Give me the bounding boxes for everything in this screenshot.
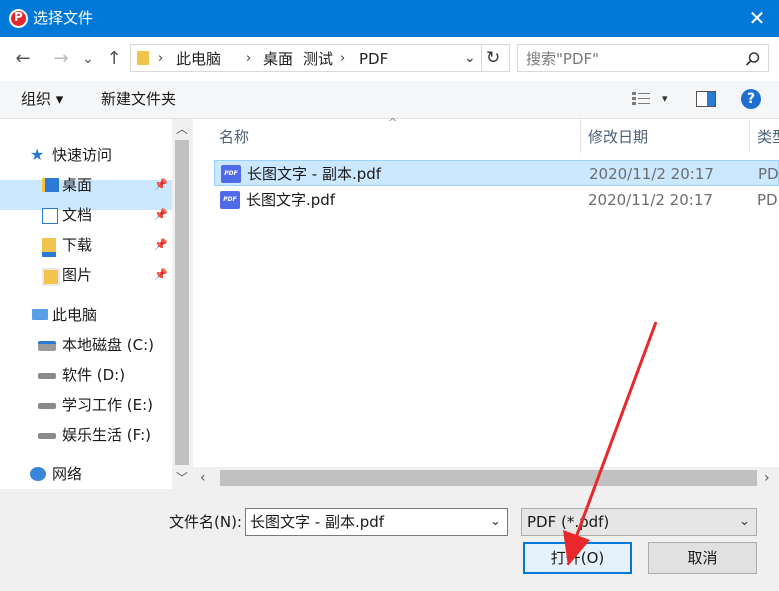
desktop-folder-icon xyxy=(42,178,59,192)
column-divider[interactable] xyxy=(580,119,581,153)
sidebar-item-label: 桌面 xyxy=(62,176,93,194)
divider xyxy=(481,45,482,71)
search-box[interactable]: 搜索"PDF" xyxy=(517,44,769,72)
help-icon[interactable]: ? xyxy=(741,89,761,109)
address-dropdown-chevron-icon[interactable]: ⌄ xyxy=(464,48,476,68)
file-row[interactable]: PDF 长图文字.pdf 2020/11/2 20:17 PDF xyxy=(214,187,779,213)
pdf-file-icon: PDF xyxy=(221,165,241,183)
sidebar-item-label: 网络 xyxy=(52,465,83,483)
recent-locations-chevron-icon[interactable]: ⌄ xyxy=(80,37,96,81)
sidebar-item-downloads[interactable]: 下载 📌 xyxy=(40,230,170,260)
pin-icon[interactable]: 📌 xyxy=(154,230,168,260)
star-icon: ★ xyxy=(30,145,45,164)
preview-pane-icon[interactable] xyxy=(696,91,716,107)
breadcrumb-separator-icon: › xyxy=(287,51,293,66)
breadcrumb-test[interactable]: 测试 xyxy=(303,49,333,69)
sidebar-item-label: 快速访问 xyxy=(52,146,113,164)
sidebar-item-pictures[interactable]: 图片 📌 xyxy=(40,260,170,290)
network-icon xyxy=(30,467,46,481)
sidebar-item-drive-d[interactable]: 软件 (D:) xyxy=(38,360,170,390)
window-title: 选择文件 xyxy=(33,9,94,27)
drive-icon xyxy=(38,403,56,409)
drive-icon xyxy=(38,373,56,379)
file-type: PDF xyxy=(758,165,779,183)
scroll-left-chevron-icon[interactable]: ‹ xyxy=(200,469,206,487)
new-folder-button[interactable]: 新建文件夹 xyxy=(101,89,176,109)
filetype-value: PDF (*.pdf) xyxy=(527,513,610,531)
drive-icon xyxy=(38,433,56,439)
view-options-dropdown-icon[interactable]: ▾ xyxy=(662,91,668,107)
sidebar-item-this-pc[interactable]: 此电脑 xyxy=(30,300,170,330)
file-name: 长图文字.pdf xyxy=(246,191,336,209)
filetype-select[interactable]: PDF (*.pdf) ⌄ xyxy=(521,508,757,536)
column-header-type[interactable]: 类型 xyxy=(757,127,779,147)
sidebar-item-drive-c[interactable]: 本地磁盘 (C:) xyxy=(38,330,170,360)
file-date: 2020/11/2 20:17 xyxy=(588,191,713,209)
app-logo-icon: P xyxy=(9,9,28,28)
sidebar-item-label: 软件 (D:) xyxy=(62,366,126,384)
filename-dropdown-chevron-icon[interactable]: ⌄ xyxy=(490,512,501,532)
address-bar[interactable]: › 此电脑 › 桌面 › 测试 › PDF ⌄ ↻ xyxy=(130,44,510,72)
scrollbar-thumb[interactable] xyxy=(175,140,189,465)
pictures-folder-icon xyxy=(42,268,60,286)
forward-arrow-icon[interactable]: → xyxy=(46,37,76,81)
breadcrumb-separator-icon: › xyxy=(158,51,164,66)
pin-icon[interactable]: 📌 xyxy=(154,170,168,200)
scroll-up-chevron-icon[interactable]: ︿ xyxy=(175,121,189,137)
breadcrumb-pdf[interactable]: PDF xyxy=(359,49,388,69)
close-button[interactable]: ✕ xyxy=(735,0,779,37)
sidebar-item-desktop[interactable]: 桌面 📌 xyxy=(40,170,170,200)
pin-icon[interactable]: 📌 xyxy=(154,260,168,290)
scroll-right-chevron-icon[interactable]: › xyxy=(764,469,770,487)
sort-ascending-icon: ^ xyxy=(388,116,398,129)
sidebar-item-label: 本地磁盘 (C:) xyxy=(62,336,154,354)
sidebar-item-label: 图片 xyxy=(62,266,93,284)
sidebar-item-drive-f[interactable]: 娱乐生活 (F:) xyxy=(38,420,170,450)
view-options-icon[interactable] xyxy=(632,91,650,107)
pin-icon[interactable]: 📌 xyxy=(154,200,168,230)
sidebar-item-network[interactable]: 网络 xyxy=(30,459,170,489)
organize-menu-button[interactable]: 组织 ▾ xyxy=(21,89,63,109)
refresh-icon[interactable]: ↻ xyxy=(486,48,500,68)
column-header-date-modified[interactable]: 修改日期 xyxy=(588,127,648,147)
computer-icon xyxy=(32,309,48,320)
sidebar-item-label: 学习工作 (E:) xyxy=(62,396,154,414)
documents-folder-icon xyxy=(42,208,58,224)
open-button[interactable]: 打开(O) xyxy=(523,542,632,574)
sidebar-item-label: 下载 xyxy=(62,236,93,254)
filename-input[interactable]: 长图文字 - 副本.pdf ⌄ xyxy=(245,508,508,536)
file-date: 2020/11/2 20:17 xyxy=(589,165,714,183)
scroll-down-chevron-icon[interactable]: ﹀ xyxy=(175,470,189,486)
folder-icon xyxy=(137,51,149,65)
sidebar-item-documents[interactable]: 文档 📌 xyxy=(40,200,170,230)
scrollbar-thumb[interactable] xyxy=(220,470,757,486)
breadcrumb-separator-icon: › xyxy=(246,51,252,66)
up-arrow-icon[interactable]: ↑ xyxy=(100,37,128,81)
breadcrumb-separator-icon: › xyxy=(340,51,346,66)
filename-label: 文件名(N): xyxy=(169,513,242,531)
column-divider[interactable] xyxy=(749,119,750,153)
system-drive-icon xyxy=(38,341,56,351)
file-name: 长图文字 - 副本.pdf xyxy=(247,165,382,183)
sidebar-item-drive-e[interactable]: 学习工作 (E:) xyxy=(38,390,170,420)
file-row[interactable]: PDF 长图文字 - 副本.pdf 2020/11/2 20:17 PDF xyxy=(214,160,779,186)
pdf-file-icon: PDF xyxy=(220,191,240,209)
title-bar xyxy=(0,0,779,37)
search-placeholder: 搜索"PDF" xyxy=(526,50,600,68)
back-arrow-icon[interactable]: ← xyxy=(8,37,38,81)
cancel-button[interactable]: 取消 xyxy=(648,542,757,574)
sidebar-item-label: 此电脑 xyxy=(52,306,98,324)
sidebar-item-quick-access[interactable]: ★ 快速访问 xyxy=(30,140,170,170)
filename-value: 长图文字 - 副本.pdf xyxy=(250,513,385,531)
column-header-name[interactable]: 名称 xyxy=(219,127,249,147)
breadcrumb-this-pc[interactable]: 此电脑 xyxy=(176,49,221,69)
sidebar-item-label: 文档 xyxy=(62,206,93,224)
file-type: PDF xyxy=(757,191,779,209)
downloads-folder-icon xyxy=(42,238,56,257)
filetype-dropdown-chevron-icon[interactable]: ⌄ xyxy=(739,512,750,532)
dialog-footer xyxy=(0,489,779,591)
search-icon[interactable] xyxy=(745,51,761,67)
sidebar-item-label: 娱乐生活 (F:) xyxy=(62,426,151,444)
